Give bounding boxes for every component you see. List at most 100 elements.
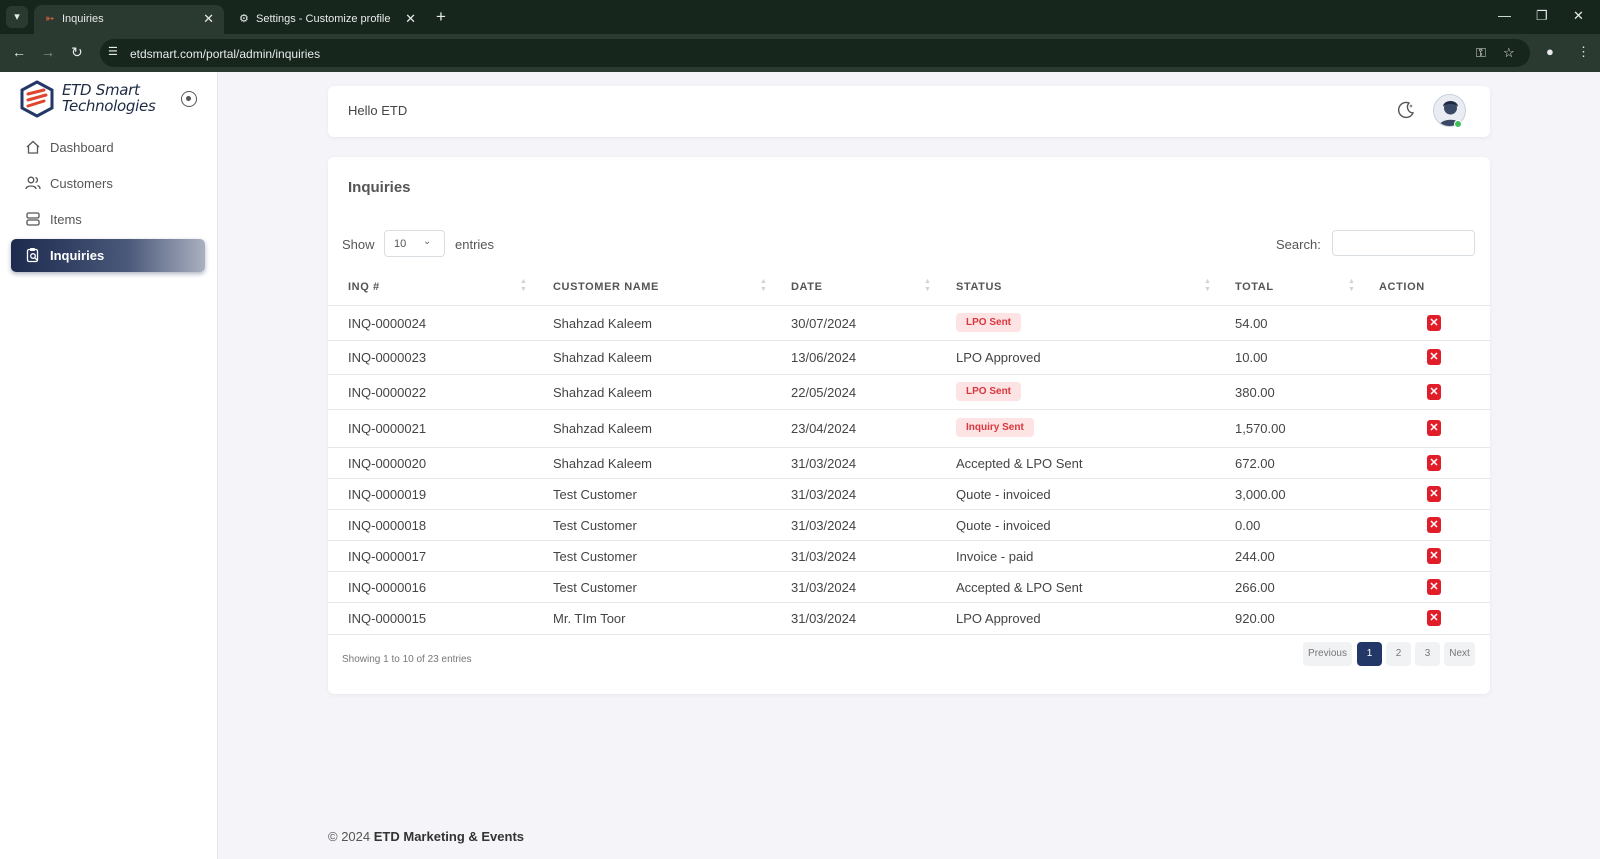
top-header: Hello ETD (328, 86, 1490, 137)
column-header-status[interactable]: STATUS (956, 281, 1002, 293)
gear-icon: ⚙ (239, 13, 249, 25)
status-badge: LPO Sent (956, 313, 1022, 332)
cell-date: 23/04/2024 (791, 421, 857, 436)
restore-icon[interactable]: ❐ (1536, 8, 1548, 24)
cell-total: 672.00 (1235, 456, 1275, 471)
entries-per-page-select[interactable]: 10 ⌄ (384, 230, 445, 257)
cell-total: 1,570.00 (1235, 421, 1286, 436)
search-input[interactable] (1332, 230, 1475, 256)
delete-icon[interactable]: ✕ (1427, 420, 1441, 436)
back-icon[interactable]: ← (12, 44, 26, 60)
cell-status: Quote - invoiced (956, 487, 1051, 502)
reload-icon[interactable]: ↻ (71, 44, 83, 61)
show-label: Show (342, 237, 375, 252)
cell-inq: INQ-0000015 (348, 611, 427, 626)
cell-status: Quote - invoiced (956, 518, 1051, 533)
pagination-page-1[interactable]: 1 (1357, 642, 1382, 666)
sidebar-item-dashboard[interactable]: Dashboard (11, 131, 205, 164)
delete-icon[interactable]: ✕ (1427, 579, 1441, 595)
new-tab-button[interactable]: + (436, 7, 446, 27)
entries-select-value: 10 (394, 238, 407, 250)
status-badge: LPO Sent (956, 382, 1022, 401)
cell-inq: INQ-0000018 (348, 518, 427, 533)
cell-status: Accepted & LPO Sent (956, 456, 1083, 471)
column-header-total[interactable]: TOTAL (1235, 281, 1274, 293)
cell-date: 31/03/2024 (791, 518, 857, 533)
site-info-icon[interactable]: ☰ (108, 45, 118, 58)
sort-icon[interactable]: ▲ ▼ (1348, 278, 1355, 294)
brand-logo[interactable]: ETD Smart Technologies (20, 80, 170, 118)
cell-date: 31/03/2024 (791, 549, 857, 564)
bookmark-star-icon[interactable]: ☆ (1503, 45, 1515, 61)
cell-inq: INQ-0000022 (348, 385, 427, 400)
table-row: INQ-0000019 Test Customer 31/03/2024 Quote … (328, 479, 1490, 510)
delete-icon[interactable]: ✕ (1427, 548, 1441, 564)
server-icon (26, 212, 40, 226)
cell-inq: INQ-0000017 (348, 549, 427, 564)
browser-tab-settings[interactable]: ⚙ Settings - Customize profile ✕ (228, 5, 426, 34)
menu-kebab-icon[interactable]: ⋮ (1577, 44, 1590, 60)
column-header-inq[interactable]: INQ # (348, 281, 380, 293)
delete-icon[interactable]: ✕ (1427, 486, 1441, 502)
cell-inq: INQ-0000020 (348, 456, 427, 471)
cell-inq: INQ-0000021 (348, 421, 427, 436)
sort-icon[interactable]: ▲ ▼ (1204, 278, 1211, 294)
table-row: INQ-0000015 Mr. TIm Toor 31/03/2024 LPO App… (328, 603, 1490, 635)
sidebar-item-items[interactable]: Items (11, 203, 205, 236)
profile-icon[interactable]: ● (1546, 44, 1554, 59)
pagination-page-2[interactable]: 2 (1386, 642, 1411, 666)
password-key-icon[interactable]: ⚿ (1476, 45, 1486, 61)
cell-inq: INQ-0000019 (348, 487, 427, 502)
sort-icon[interactable]: ▲ ▼ (924, 278, 931, 294)
table-row: INQ-0000018 Test Customer 31/03/2024 Quote … (328, 510, 1490, 541)
cell-customer: Shahzad Kaleem (553, 350, 653, 365)
cell-status: Accepted & LPO Sent (956, 580, 1083, 595)
logo-mark-icon (20, 80, 54, 118)
delete-icon[interactable]: ✕ (1427, 610, 1441, 626)
sidebar-item-customers[interactable]: Customers (11, 167, 205, 200)
cell-status: Invoice - paid (956, 549, 1034, 564)
page-title: Inquiries (348, 179, 411, 196)
address-bar[interactable]: ☰ etdsmart.com/portal/admin/inquiries ⚿ … (100, 39, 1530, 67)
delete-icon[interactable]: ✕ (1427, 349, 1441, 365)
home-icon (26, 140, 40, 154)
url-text[interactable]: etdsmart.com/portal/admin/inquiries (130, 47, 320, 61)
cell-customer: Mr. TIm Toor (553, 611, 626, 626)
forward-icon[interactable]: → (41, 44, 55, 60)
column-header-customer-name[interactable]: CUSTOMER NAME (553, 281, 659, 293)
cell-total: 244.00 (1235, 549, 1275, 564)
greeting-text: Hello ETD (348, 103, 408, 118)
tab-title: Inquiries (62, 13, 104, 25)
delete-icon[interactable]: ✕ (1427, 517, 1441, 533)
showing-entries-text: Showing 1 to 10 of 23 entries (342, 654, 472, 665)
delete-icon[interactable]: ✕ (1427, 455, 1441, 471)
column-header-date[interactable]: DATE (791, 281, 823, 293)
cell-customer: Test Customer (553, 518, 637, 533)
delete-icon[interactable]: ✕ (1427, 384, 1441, 400)
sidebar-toggle-icon[interactable] (181, 91, 197, 107)
table-row: INQ-0000024 Shahzad Kaleem 30/07/2024 LPO S… (328, 306, 1490, 341)
cell-date: 31/03/2024 (791, 580, 857, 595)
sort-icon[interactable]: ▲ ▼ (760, 278, 767, 294)
tab-search-button[interactable]: ▾ (6, 6, 28, 28)
sidebar-item-label: Dashboard (50, 140, 114, 155)
pagination-previous-button[interactable]: Previous (1303, 642, 1352, 666)
minimize-icon[interactable]: — (1498, 8, 1511, 23)
sort-icon[interactable]: ▲ ▼ (520, 278, 527, 294)
pagination-next-button[interactable]: Next (1444, 642, 1475, 666)
close-tab-icon[interactable]: ✕ (405, 11, 416, 27)
pagination-page-3[interactable]: 3 (1415, 642, 1440, 666)
cell-total: 920.00 (1235, 611, 1275, 626)
cell-date: 31/03/2024 (791, 456, 857, 471)
dark-mode-moon-icon[interactable] (1396, 100, 1416, 120)
close-tab-icon[interactable]: ✕ (203, 11, 214, 27)
browser-tab-inquiries[interactable]: ➳ Inquiries ✕ (34, 5, 224, 34)
site-favicon-icon: ➳ (45, 13, 55, 25)
cell-date: 31/03/2024 (791, 487, 857, 502)
table-row: INQ-0000017 Test Customer 31/03/2024 Invoic… (328, 541, 1490, 572)
close-window-icon[interactable]: ✕ (1573, 8, 1584, 24)
cell-customer: Shahzad Kaleem (553, 456, 653, 471)
sidebar-item-inquiries[interactable]: Inquiries (11, 239, 205, 272)
cell-status: LPO Approved (956, 350, 1041, 365)
delete-icon[interactable]: ✕ (1427, 315, 1441, 331)
